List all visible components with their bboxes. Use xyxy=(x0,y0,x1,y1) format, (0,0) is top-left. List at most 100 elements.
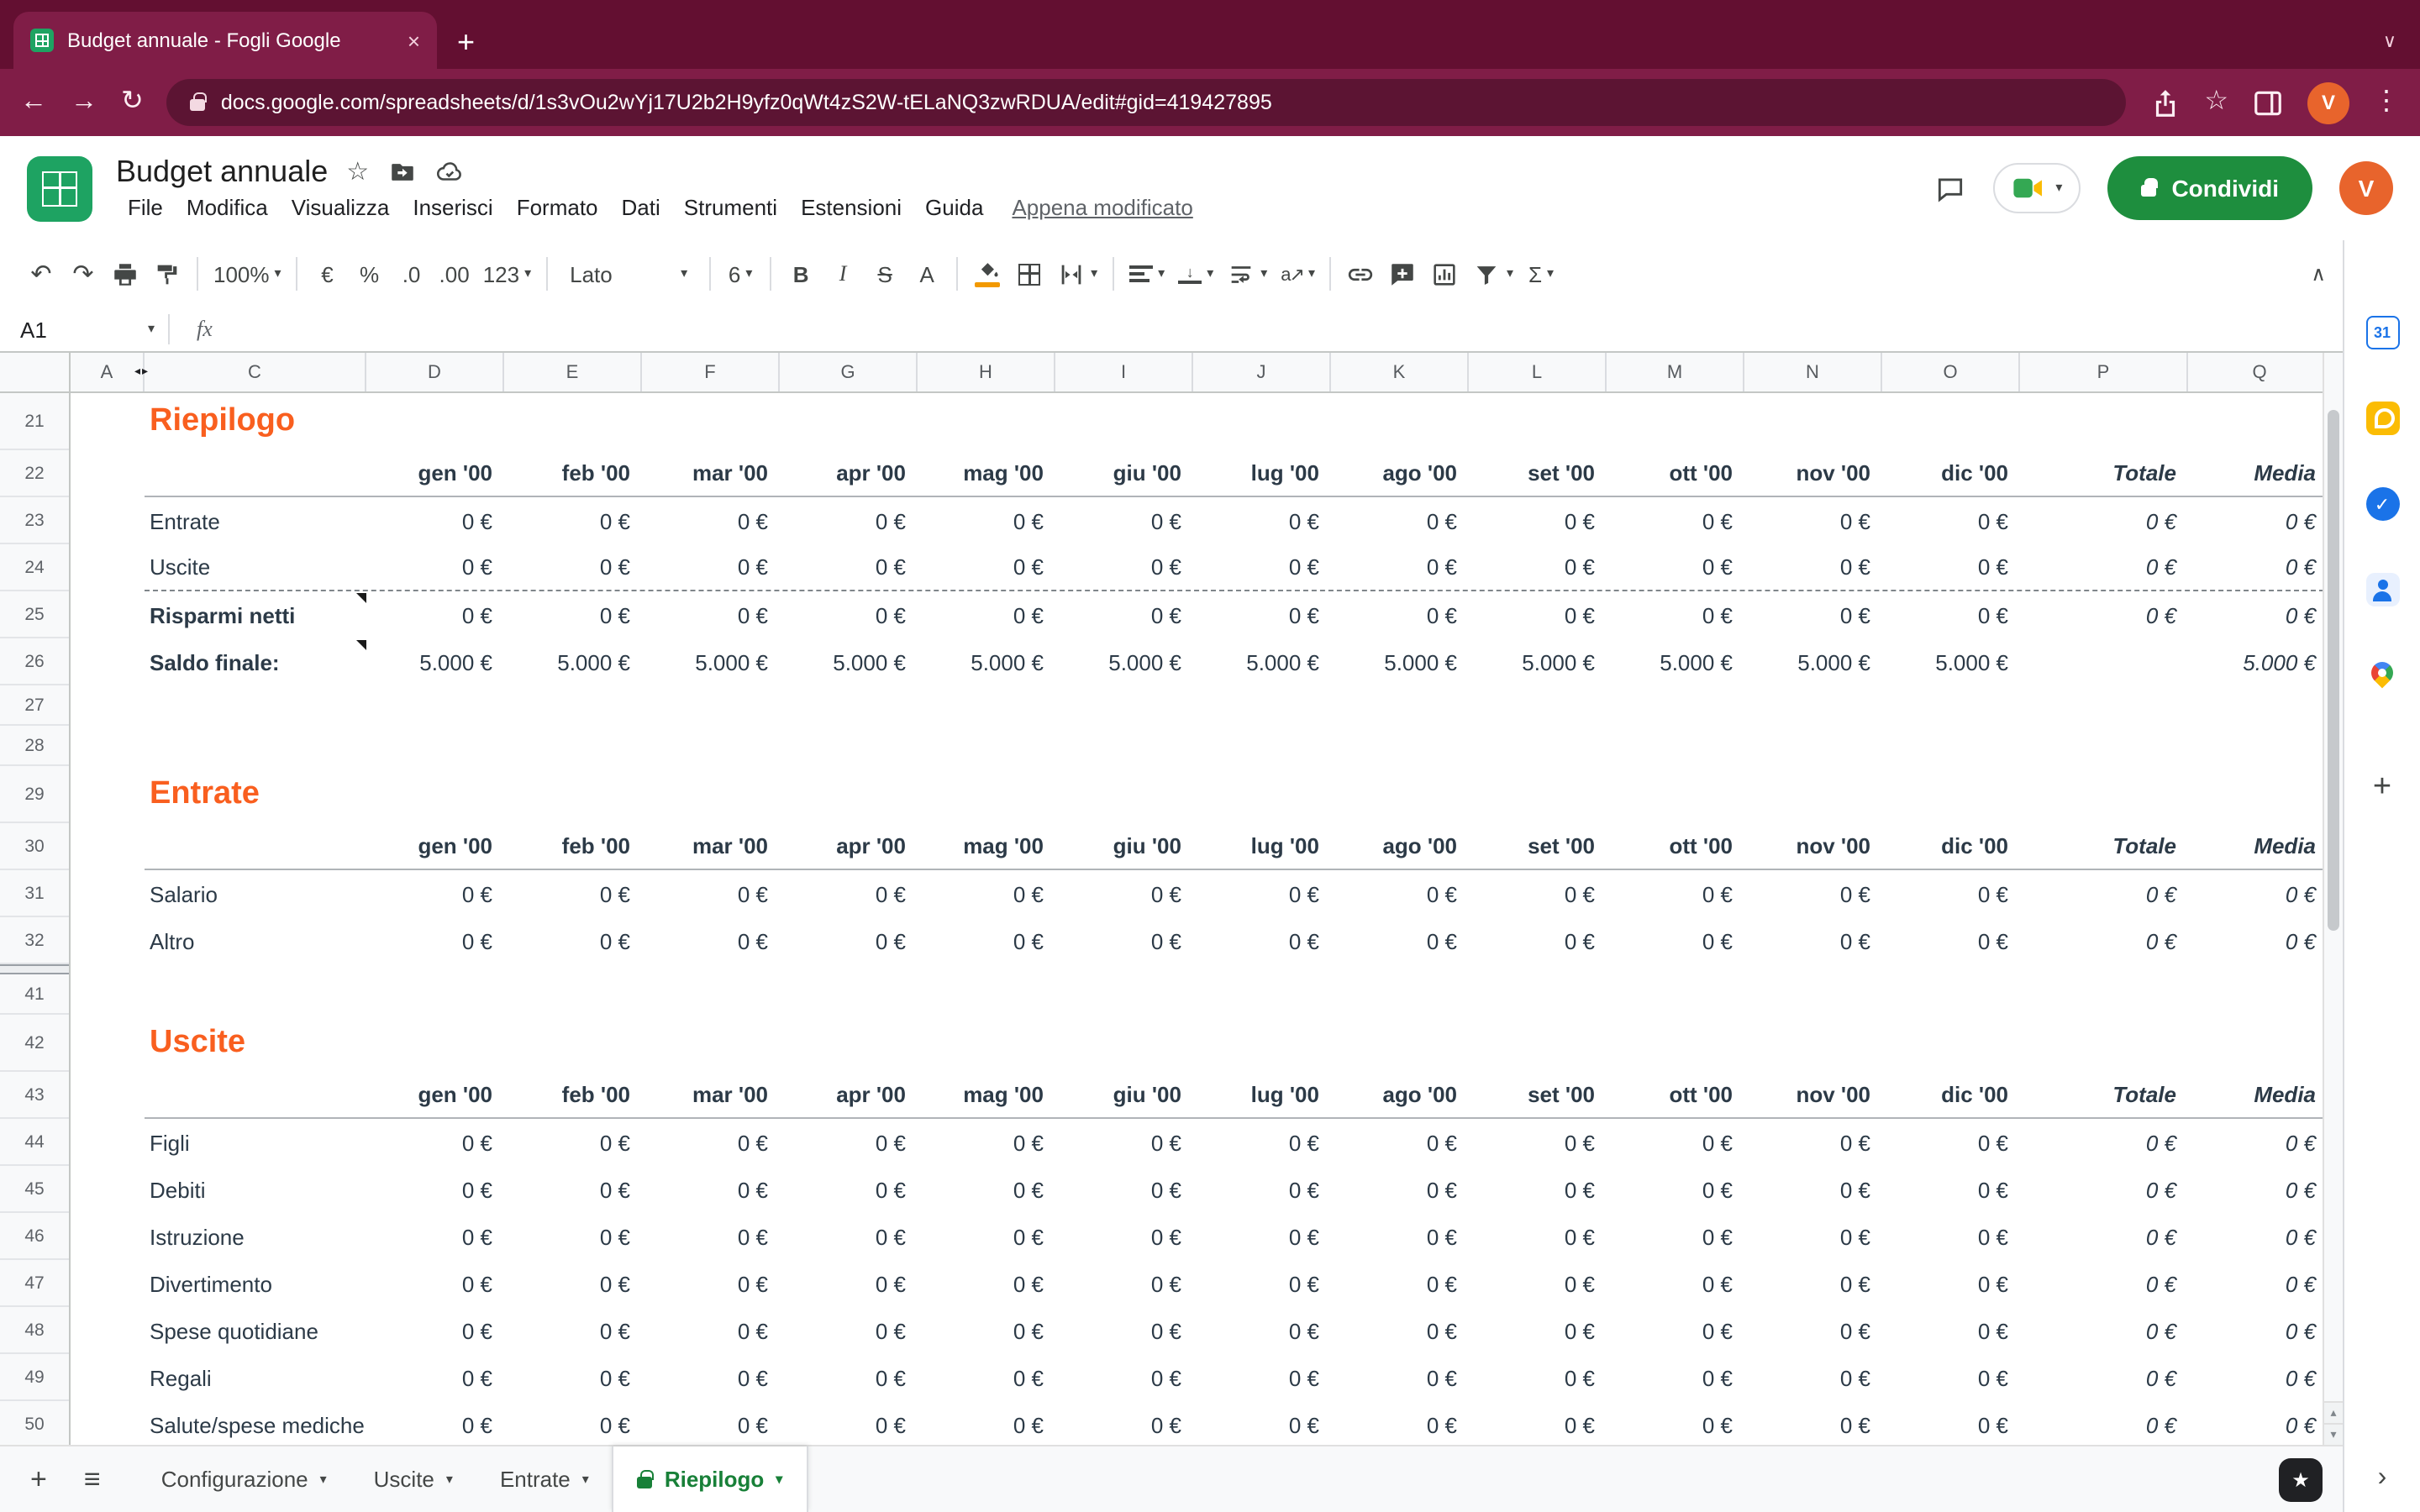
value-cell-G49[interactable]: 0 € xyxy=(780,1354,918,1401)
value-cell-K31[interactable]: 0 € xyxy=(1331,870,1469,917)
cell-C30[interactable] xyxy=(145,823,366,869)
month-header-J30[interactable]: lug '00 xyxy=(1193,823,1331,869)
text-rotation-select[interactable]: a↗▾ xyxy=(1274,252,1322,296)
month-header-O22[interactable]: dic '00 xyxy=(1882,450,2020,496)
functions-button[interactable]: Σ▾ xyxy=(1520,252,1562,296)
menu-estensioni[interactable]: Estensioni xyxy=(789,191,913,223)
value-cell-F26[interactable]: 5.000 € xyxy=(642,638,780,685)
value-cell-O50[interactable]: 0 € xyxy=(1882,1401,2020,1445)
value-cell-L49[interactable]: 0 € xyxy=(1469,1354,1607,1401)
value-cell-N46[interactable]: 0 € xyxy=(1744,1213,1882,1260)
value-cell-O45[interactable]: 0 € xyxy=(1882,1166,2020,1213)
value-cell-O49[interactable]: 0 € xyxy=(1882,1354,2020,1401)
cell-A43[interactable] xyxy=(71,1072,145,1119)
month-header-F30[interactable]: mar '00 xyxy=(642,823,780,869)
month-header-J22[interactable]: lug '00 xyxy=(1193,450,1331,496)
totale-cell-50[interactable]: 0 € xyxy=(2020,1401,2188,1445)
value-cell-E45[interactable]: 0 € xyxy=(504,1166,642,1213)
month-header-E22[interactable]: feb '00 xyxy=(504,450,642,496)
value-cell-L24[interactable]: 0 € xyxy=(1469,544,1607,590)
row-header-47[interactable]: 47 xyxy=(0,1260,69,1307)
row-header-44[interactable]: 44 xyxy=(0,1119,69,1166)
value-cell-D50[interactable]: 0 € xyxy=(366,1401,504,1445)
value-cell-M26[interactable]: 5.000 € xyxy=(1607,638,1744,685)
value-cell-G48[interactable]: 0 € xyxy=(780,1307,918,1354)
cell-A49[interactable] xyxy=(71,1354,145,1401)
value-cell-H49[interactable]: 0 € xyxy=(918,1354,1055,1401)
value-cell-K47[interactable]: 0 € xyxy=(1331,1260,1469,1307)
column-header-A[interactable]: A xyxy=(71,353,145,391)
value-cell-G47[interactable]: 0 € xyxy=(780,1260,918,1307)
value-cell-J46[interactable]: 0 € xyxy=(1193,1213,1331,1260)
column-header-E[interactable]: E xyxy=(504,353,642,391)
insert-chart-button[interactable] xyxy=(1424,252,1466,296)
value-cell-N31[interactable]: 0 € xyxy=(1744,870,1882,917)
value-cell-E24[interactable]: 0 € xyxy=(504,544,642,590)
value-cell-E48[interactable]: 0 € xyxy=(504,1307,642,1354)
value-cell-K26[interactable]: 5.000 € xyxy=(1331,638,1469,685)
totale-cell-48[interactable]: 0 € xyxy=(2020,1307,2188,1354)
month-header-M30[interactable]: ott '00 xyxy=(1607,823,1744,869)
cell-A48[interactable] xyxy=(71,1307,145,1354)
value-cell-K32[interactable]: 0 € xyxy=(1331,917,1469,964)
value-cell-M50[interactable]: 0 € xyxy=(1607,1401,1744,1445)
cell-C41[interactable] xyxy=(145,974,366,1015)
value-cell-O44[interactable]: 0 € xyxy=(1882,1119,2020,1166)
value-cell-J31[interactable]: 0 € xyxy=(1193,870,1331,917)
value-cell-K24[interactable]: 0 € xyxy=(1331,544,1469,590)
month-header-J43[interactable]: lug '00 xyxy=(1193,1072,1331,1117)
value-cell-J50[interactable]: 0 € xyxy=(1193,1401,1331,1445)
totale-cell-31[interactable]: 0 € xyxy=(2020,870,2188,917)
value-cell-H50[interactable]: 0 € xyxy=(918,1401,1055,1445)
column-header-M[interactable]: M xyxy=(1607,353,1744,391)
column-header-F[interactable]: F xyxy=(642,353,780,391)
media-header-43[interactable]: Media xyxy=(2188,1072,2323,1117)
value-cell-N23[interactable]: 0 € xyxy=(1744,497,1882,544)
value-cell-D23[interactable]: 0 € xyxy=(366,497,504,544)
row-header-46[interactable]: 46 xyxy=(0,1213,69,1260)
column-header-C[interactable]: C xyxy=(145,353,366,391)
share-button[interactable]: Condividi xyxy=(2107,156,2312,220)
value-cell-K25[interactable]: 0 € xyxy=(1331,591,1469,638)
value-cell-E50[interactable]: 0 € xyxy=(504,1401,642,1445)
value-cell-K49[interactable]: 0 € xyxy=(1331,1354,1469,1401)
value-cell-M31[interactable]: 0 € xyxy=(1607,870,1744,917)
menu-guida[interactable]: Guida xyxy=(913,191,995,223)
value-cell-O24[interactable]: 0 € xyxy=(1882,544,2020,590)
media-cell-26[interactable]: 5.000 € xyxy=(2188,638,2323,685)
value-cell-I47[interactable]: 0 € xyxy=(1055,1260,1193,1307)
name-box[interactable]: A1 ▾ xyxy=(0,317,168,342)
row-header-24[interactable]: 24 xyxy=(0,544,69,591)
month-header-I30[interactable]: giu '00 xyxy=(1055,823,1193,869)
back-icon[interactable]: ← xyxy=(20,89,47,116)
row-header-48[interactable]: 48 xyxy=(0,1307,69,1354)
row-label-49[interactable]: Regali xyxy=(145,1354,366,1401)
column-header-L[interactable]: L xyxy=(1469,353,1607,391)
value-cell-I50[interactable]: 0 € xyxy=(1055,1401,1193,1445)
month-header-E30[interactable]: feb '00 xyxy=(504,823,642,869)
month-header-L22[interactable]: set '00 xyxy=(1469,450,1607,496)
row-header-31[interactable]: 31 xyxy=(0,870,69,917)
strikethrough-button[interactable]: S xyxy=(864,252,906,296)
meet-button[interactable]: ▾ xyxy=(1993,163,2081,213)
totale-header-22[interactable]: Totale xyxy=(2020,450,2188,496)
insert-comment-button[interactable] xyxy=(1382,252,1424,296)
create-filter-button[interactable]: ▾ xyxy=(1466,252,1520,296)
paint-format-button[interactable] xyxy=(146,252,188,296)
redo-button[interactable]: ↷ xyxy=(62,252,104,296)
share-page-icon[interactable] xyxy=(2149,87,2181,118)
cell-A47[interactable] xyxy=(71,1260,145,1307)
value-cell-N32[interactable]: 0 € xyxy=(1744,917,1882,964)
column-header-I[interactable]: I xyxy=(1055,353,1193,391)
value-cell-L26[interactable]: 5.000 € xyxy=(1469,638,1607,685)
value-cell-D46[interactable]: 0 € xyxy=(366,1213,504,1260)
value-cell-F23[interactable]: 0 € xyxy=(642,497,780,544)
value-cell-L48[interactable]: 0 € xyxy=(1469,1307,1607,1354)
totale-cell-45[interactable]: 0 € xyxy=(2020,1166,2188,1213)
month-header-M22[interactable]: ott '00 xyxy=(1607,450,1744,496)
cell-A42[interactable] xyxy=(71,1015,145,1072)
value-cell-I25[interactable]: 0 € xyxy=(1055,591,1193,638)
value-cell-N50[interactable]: 0 € xyxy=(1744,1401,1882,1445)
value-cell-G25[interactable]: 0 € xyxy=(780,591,918,638)
value-cell-L25[interactable]: 0 € xyxy=(1469,591,1607,638)
